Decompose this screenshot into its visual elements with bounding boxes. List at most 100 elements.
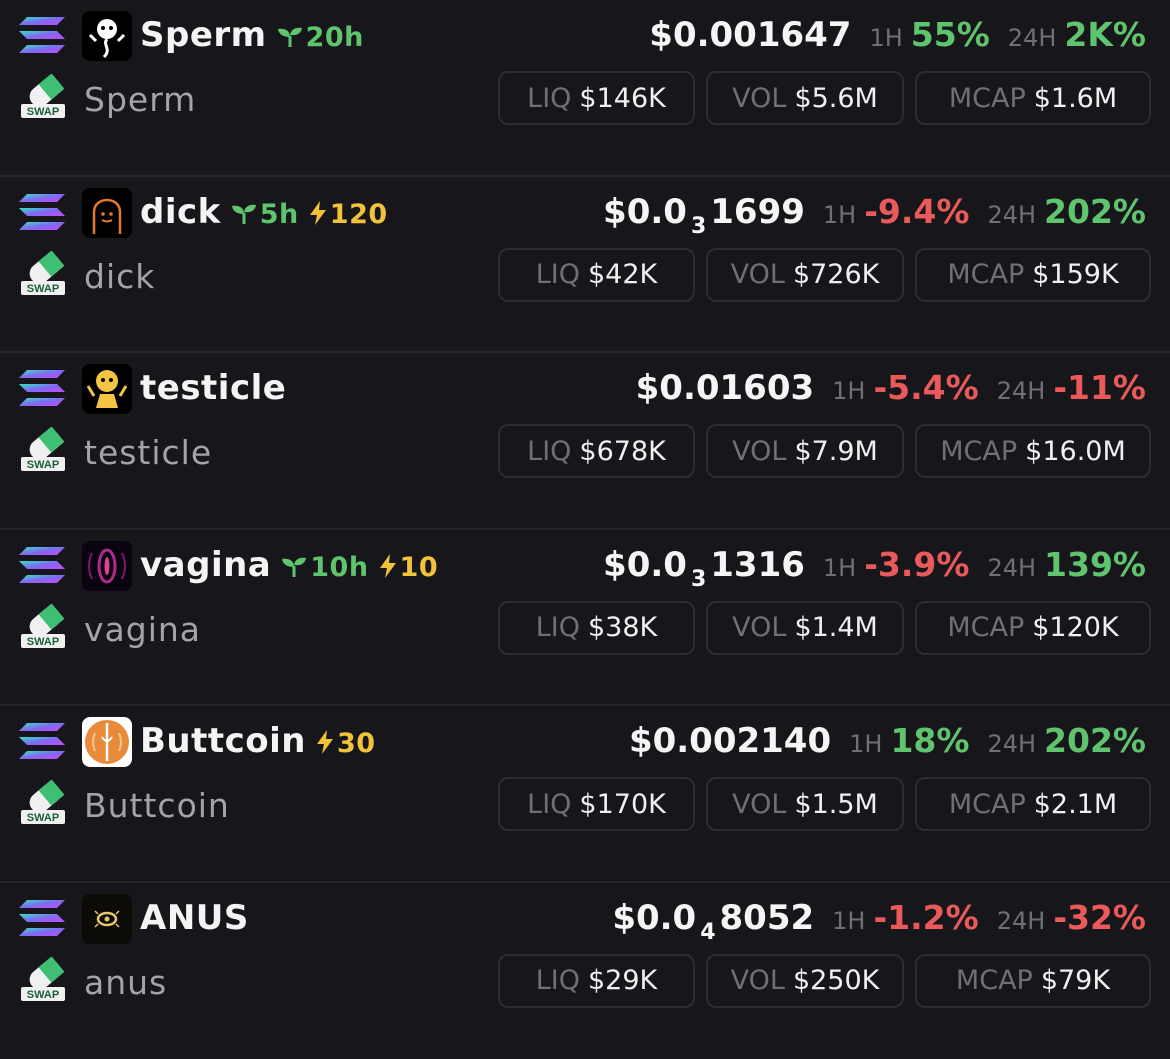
sperm-logo-icon	[82, 11, 132, 61]
token-symbol[interactable]: Sperm 20h	[140, 12, 364, 58]
sprout-icon	[281, 556, 307, 578]
age-tag: 5h	[231, 199, 299, 230]
boost-tag: 30	[316, 728, 376, 759]
change-24h: -11%	[1053, 365, 1146, 411]
marketcap-chip[interactable]: MCAP$159K	[915, 248, 1151, 302]
token-name: Buttcoin	[84, 782, 230, 830]
volume-chip[interactable]: VOL$726K	[706, 248, 904, 302]
token-name: anus	[84, 959, 167, 1007]
svg-text:SWAP: SWAP	[27, 636, 59, 648]
age-tag: 10h	[281, 552, 368, 583]
volume-chip[interactable]: VOL$1.5M	[706, 777, 904, 831]
swap-pill-icon: SWAP	[20, 427, 66, 473]
price: $0.048052	[612, 895, 814, 946]
dick-logo-icon	[82, 188, 132, 238]
h24-label: 24H	[1008, 15, 1057, 61]
solana-chain-icon	[18, 546, 66, 584]
price: $0.031316	[603, 542, 805, 593]
vagina-logo-icon	[82, 541, 132, 591]
liquidity-chip[interactable]: LIQ$38K	[498, 601, 695, 655]
svg-text:SWAP: SWAP	[27, 989, 59, 1001]
token-name: testicle	[84, 429, 212, 477]
token-row-sperm[interactable]: SWAP Sperm20h Sperm $0.001647 1H 55% 24H…	[0, 0, 1170, 177]
token-name: vagina	[84, 606, 201, 654]
price: $0.002140	[629, 718, 831, 764]
volume-chip[interactable]: VOL$5.6M	[706, 71, 904, 125]
price: $0.01603	[636, 365, 815, 411]
volume-chip[interactable]: VOL$1.4M	[706, 601, 904, 655]
solana-chain-icon	[18, 193, 66, 231]
marketcap-chip[interactable]: MCAP$79K	[915, 954, 1151, 1008]
token-row-buttcoin[interactable]: SWAP Buttcoin 30 Buttcoin $0.002140 1H 18…	[0, 706, 1170, 883]
token-symbol-text: Sperm	[140, 15, 267, 55]
svg-text:SWAP: SWAP	[27, 283, 59, 295]
marketcap-chip[interactable]: MCAP$2.1M	[915, 777, 1151, 831]
change-24h: -32%	[1053, 895, 1146, 941]
token-symbol[interactable]: vagina10h10	[140, 542, 438, 588]
anus-logo-icon	[82, 894, 132, 944]
change-24h: 202%	[1044, 189, 1146, 235]
volume-chip[interactable]: VOL$7.9M	[706, 424, 904, 478]
svg-text:SWAP: SWAP	[27, 106, 59, 118]
lightning-icon	[379, 554, 397, 578]
solana-chain-icon	[18, 722, 66, 760]
token-row-dick[interactable]: SWAP dick5h120 dick $0.031699 1H -9.4% 2…	[0, 177, 1170, 354]
age-tag: 20h	[277, 22, 364, 53]
liquidity-chip[interactable]: LIQ$42K	[498, 248, 695, 302]
liquidity-chip[interactable]: LIQ$146K	[498, 71, 695, 125]
sprout-icon	[231, 203, 257, 225]
boost-tag: 120	[309, 199, 388, 230]
h24-label: 24H	[987, 545, 1036, 591]
buttcoin-logo-icon	[82, 717, 132, 767]
token-row-vagina[interactable]: SWAP vagina10h10 vagina $0.031316 1H -3.…	[0, 530, 1170, 707]
change-1h: 55%	[911, 12, 990, 58]
solana-chain-icon	[18, 899, 66, 937]
token-symbol[interactable]: ANUS	[140, 895, 249, 941]
change-1h: 18%	[890, 718, 969, 764]
change-1h: -1.2%	[873, 895, 978, 941]
h24-label: 24H	[997, 898, 1046, 944]
change-24h: 202%	[1044, 718, 1146, 764]
marketcap-chip[interactable]: MCAP$16.0M	[915, 424, 1151, 478]
swap-pill-icon: SWAP	[20, 780, 66, 826]
token-symbol-text: Buttcoin	[140, 721, 306, 761]
token-list: SWAP Sperm 20h Sperm $0.001647 1H 55% 24H…	[0, 0, 1170, 1033]
token-symbol[interactable]: dick5h120	[140, 189, 388, 235]
liquidity-chip[interactable]: LIQ$170K	[498, 777, 695, 831]
lightning-icon	[316, 730, 334, 754]
h1-label: 1H	[832, 898, 865, 944]
volume-chip[interactable]: VOL$250K	[706, 954, 904, 1008]
change-1h: -9.4%	[864, 189, 969, 235]
change-24h: 2K%	[1064, 12, 1146, 58]
h1-label: 1H	[832, 368, 865, 414]
h24-label: 24H	[987, 721, 1036, 767]
swap-pill-icon: SWAP	[20, 957, 66, 1003]
h1-label: 1H	[849, 721, 882, 767]
token-row-testicle[interactable]: SWAP testicle testicle $0.01603 1H -5.4%…	[0, 353, 1170, 530]
change-1h: -5.4%	[873, 365, 978, 411]
token-symbol-text: ANUS	[140, 898, 249, 938]
price-zero-count: 4	[700, 920, 715, 945]
token-symbol-text: testicle	[140, 368, 286, 408]
marketcap-chip[interactable]: MCAP$120K	[915, 601, 1151, 655]
h1-label: 1H	[823, 545, 856, 591]
swap-pill-icon: SWAP	[20, 604, 66, 650]
price: $0.031699	[603, 189, 805, 240]
liquidity-chip[interactable]: LIQ$678K	[498, 424, 695, 478]
token-symbol[interactable]: testicle	[140, 365, 286, 411]
svg-text:SWAP: SWAP	[27, 812, 59, 824]
marketcap-chip[interactable]: MCAP$1.6M	[915, 71, 1151, 125]
h24-label: 24H	[987, 192, 1036, 238]
lightning-icon	[309, 201, 327, 225]
liquidity-chip[interactable]: LIQ$29K	[498, 954, 695, 1008]
token-name: Sperm	[84, 76, 196, 124]
token-name: dick	[84, 253, 155, 301]
price-zero-count: 3	[691, 567, 706, 592]
change-24h: 139%	[1044, 542, 1146, 588]
svg-text:SWAP: SWAP	[27, 459, 59, 471]
price-zero-count: 3	[691, 214, 706, 239]
token-symbol[interactable]: Buttcoin 30	[140, 718, 376, 764]
swap-pill-icon: SWAP	[20, 74, 66, 120]
price: $0.001647	[649, 12, 851, 58]
boost-tag: 10	[379, 552, 439, 583]
